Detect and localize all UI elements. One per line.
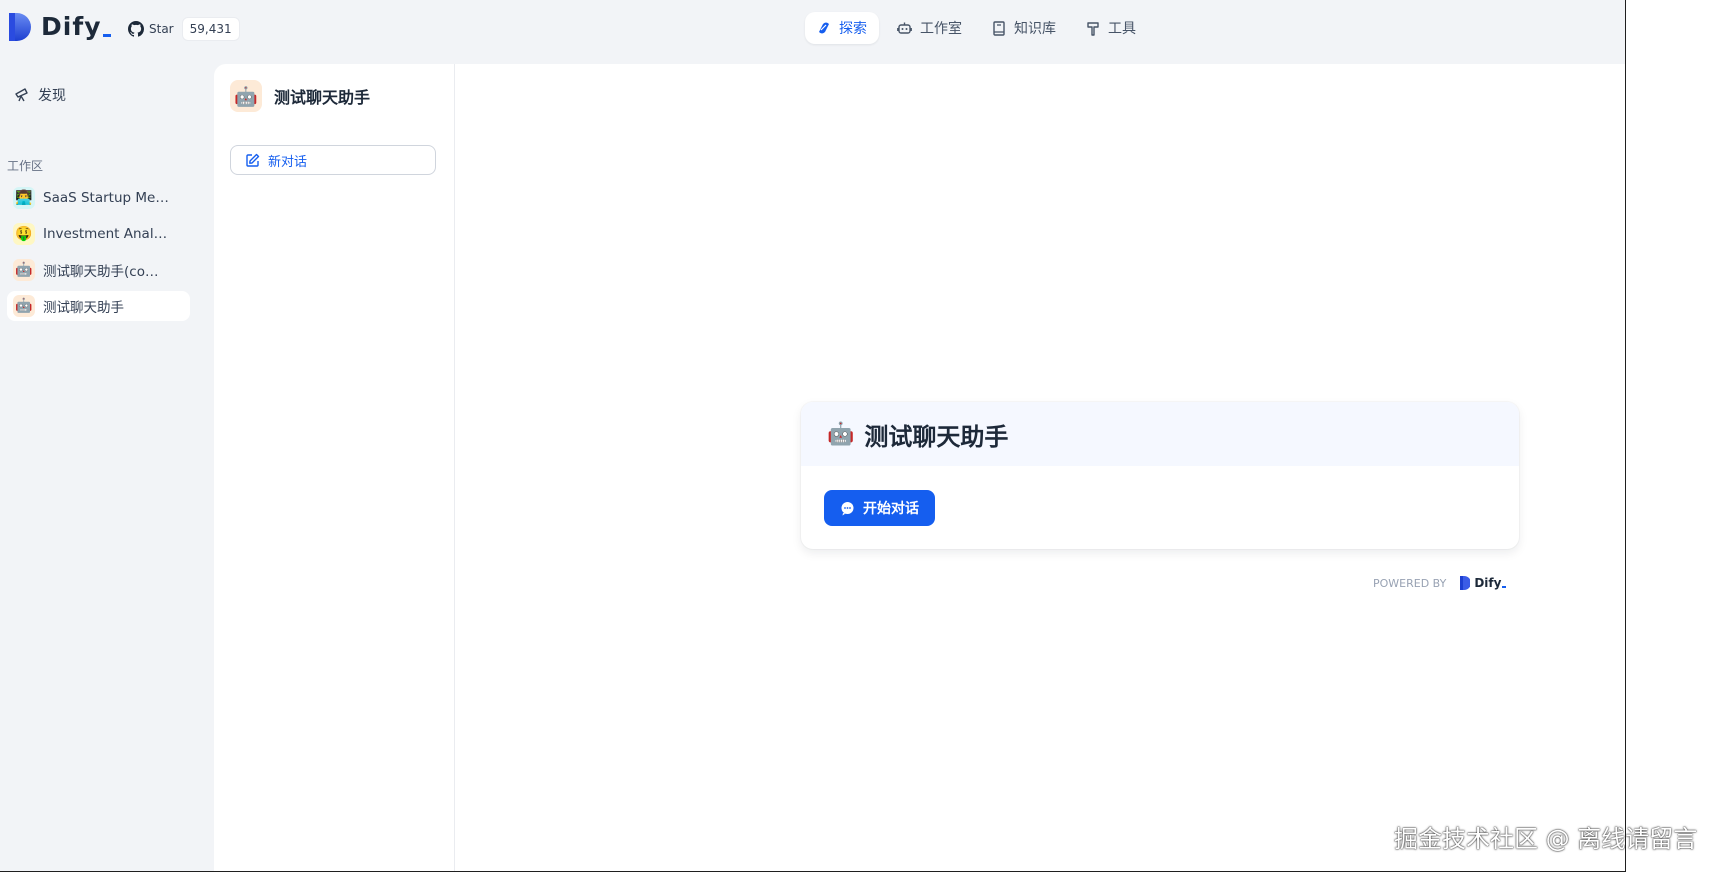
- discover-label: 发现: [38, 88, 66, 104]
- nav-knowledge-label: 知识库: [1014, 21, 1056, 37]
- workspace-list: 👨‍💻 SaaS Startup Me… 🤑 Investment Anal… …: [7, 183, 190, 327]
- robot-icon: [897, 21, 912, 36]
- mini-logo-underscore: [1502, 586, 1507, 588]
- top-header: Dify Star 59,431 探索 工作室 知识库 工具: [0, 0, 1625, 58]
- powered-by-logo[interactable]: Dify: [1460, 576, 1507, 590]
- new-chat-button[interactable]: 新对话: [230, 145, 436, 175]
- workspace-item-label: Investment Anal…: [43, 226, 168, 242]
- conversation-header: 🤖 测试聊天助手: [230, 80, 370, 112]
- app-avatar: 🤖: [230, 80, 262, 112]
- dify-logo-icon: [9, 12, 31, 41]
- workspace-item-investment[interactable]: 🤑 Investment Anal…: [7, 219, 190, 249]
- app-emoji-icon: 👨‍💻: [13, 187, 35, 209]
- nav-explore[interactable]: 探索: [805, 12, 879, 44]
- workspace-item-label: 测试聊天助手(co…: [43, 264, 159, 280]
- github-star[interactable]: Star 59,431: [128, 17, 240, 41]
- nav-explore-label: 探索: [839, 21, 867, 37]
- welcome-title: 测试聊天助手: [864, 422, 1009, 451]
- robot-emoji-icon: 🤖: [827, 421, 855, 447]
- powered-by-label: POWERED BY: [1373, 576, 1447, 590]
- welcome-card: 🤖 测试聊天助手 开始对话: [801, 402, 1519, 549]
- github-star-count: 59,431: [181, 17, 240, 41]
- telescope-icon: [14, 87, 30, 103]
- logo-text: Dify: [41, 12, 102, 41]
- dify-logo[interactable]: Dify: [9, 12, 111, 41]
- dify-mini-logo-icon: [1460, 576, 1471, 590]
- workspace-item-test-chat[interactable]: 🤖 测试聊天助手: [7, 291, 190, 321]
- app-window: Dify Star 59,431 探索 工作室: [0, 0, 1626, 872]
- new-chat-label: 新对话: [268, 154, 308, 170]
- watermark-text: 掘金技术社区 @ 离线请留言: [1394, 825, 1698, 853]
- app-emoji-icon: 🤖: [13, 259, 35, 281]
- logo-underscore: [102, 34, 111, 37]
- nav-knowledge[interactable]: 知识库: [980, 12, 1068, 44]
- workspace-item-label: 测试聊天助手: [43, 300, 124, 316]
- chat-bubble-icon: [840, 501, 855, 516]
- nav-studio-label: 工作室: [920, 21, 962, 37]
- conversation-app-title: 测试聊天助手: [274, 88, 371, 107]
- app-emoji-icon: 🤖: [13, 295, 35, 317]
- powered-by-logo-text: Dify: [1474, 576, 1502, 590]
- nav-tools[interactable]: 工具: [1074, 12, 1148, 44]
- edit-icon: [245, 153, 260, 168]
- nav-studio[interactable]: 工作室: [885, 12, 974, 44]
- workspace-title: 工作区: [7, 159, 44, 173]
- left-sidebar: 发现 工作区 👨‍💻 SaaS Startup Me… 🤑 Investment…: [0, 58, 213, 871]
- nav-tools-label: 工具: [1108, 21, 1136, 37]
- start-chat-label: 开始对话: [863, 501, 919, 517]
- book-icon: [992, 20, 1006, 36]
- workspace-item-label: SaaS Startup Me…: [43, 190, 169, 206]
- github-star-label: Star: [149, 22, 174, 36]
- explore-icon: [817, 21, 831, 35]
- chat-main: 🤖 测试聊天助手 开始对话 POWERED BY Dify: [455, 64, 1625, 871]
- workspace-item-saas[interactable]: 👨‍💻 SaaS Startup Me…: [7, 183, 190, 213]
- start-chat-button[interactable]: 开始对话: [824, 490, 935, 526]
- app-emoji-icon: 🤑: [13, 223, 35, 245]
- hammer-icon: [1086, 21, 1100, 36]
- github-icon: [128, 21, 144, 37]
- main-nav: 探索 工作室 知识库 工具: [805, 12, 1154, 44]
- sidebar-item-discover[interactable]: 发现: [14, 85, 66, 105]
- welcome-card-header: 🤖 测试聊天助手: [801, 402, 1519, 466]
- powered-by: POWERED BY Dify: [1373, 576, 1507, 590]
- conversation-panel: 🤖 测试聊天助手 新对话: [214, 64, 455, 871]
- workspace-item-test-chat-copy[interactable]: 🤖 测试聊天助手(co…: [7, 255, 190, 285]
